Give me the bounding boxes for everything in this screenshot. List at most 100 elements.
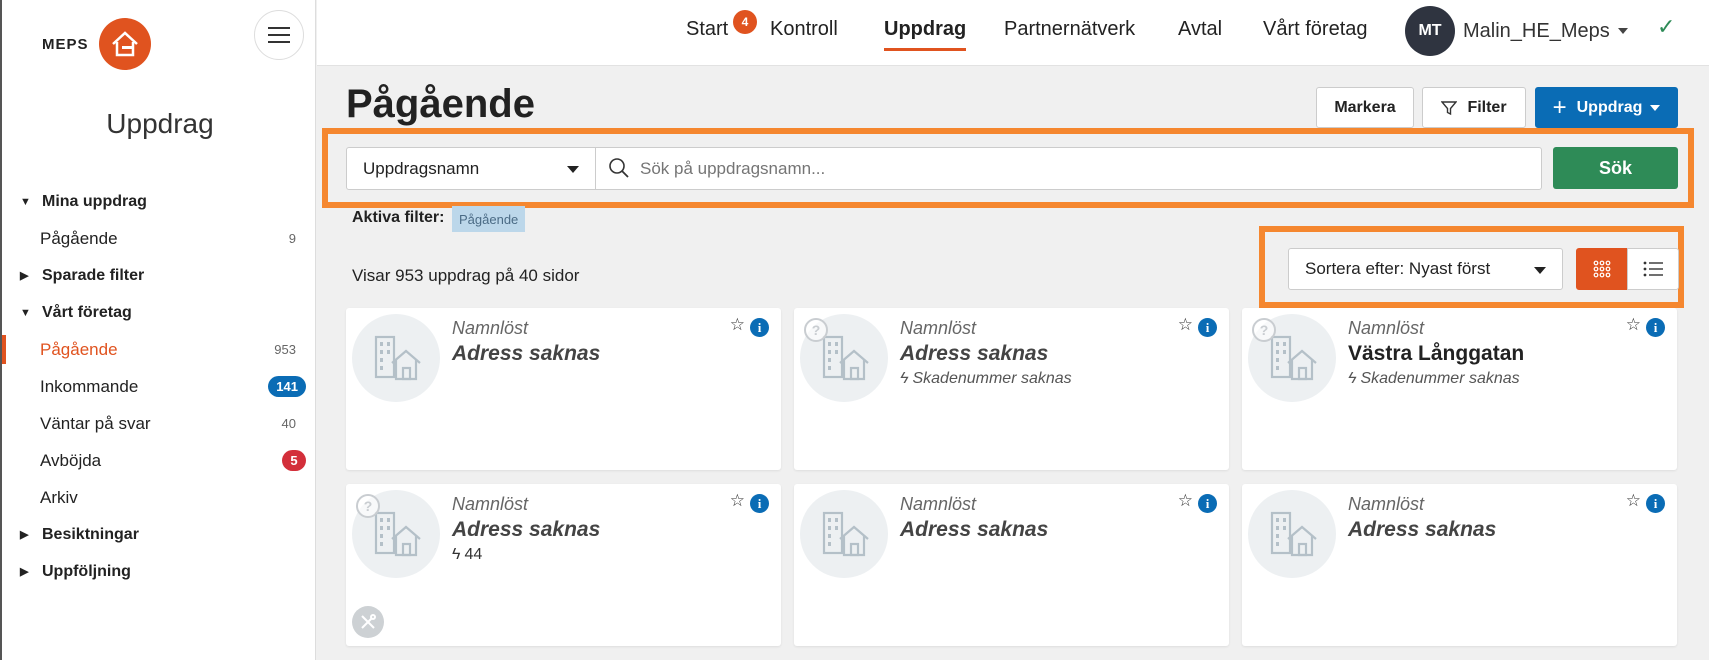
- card-claim-text: Skadenummer saknas: [1360, 370, 1520, 387]
- search-field-select[interactable]: Uppdragsnamn: [346, 147, 596, 190]
- count-badge: 141: [268, 376, 306, 397]
- sidebar-item-mina-pagaende[interactable]: Pågående 9: [2, 220, 318, 257]
- assignment-card[interactable]: Namnlöst Adress saknas ☆ i: [794, 484, 1229, 646]
- chevron-down-icon: [1534, 267, 1546, 274]
- filter-button-label: Filter: [1467, 98, 1507, 116]
- card-claim-text: Skadenummer saknas: [912, 370, 1072, 387]
- logo[interactable]: MEPS: [42, 18, 151, 70]
- tab-kontroll[interactable]: Kontroll: [770, 18, 838, 41]
- tab-uppdrag[interactable]: Uppdrag: [884, 18, 967, 51]
- lightning-icon: ϟ: [452, 546, 461, 563]
- card-address: Adress saknas: [452, 518, 601, 541]
- info-icon[interactable]: i: [1198, 494, 1217, 513]
- filter-button[interactable]: Filter: [1422, 87, 1526, 128]
- house-logo-icon: [98, 18, 151, 70]
- card-address: Adress saknas: [1348, 518, 1497, 541]
- sidebar-item-avbojda[interactable]: Avböjda 5: [2, 442, 318, 479]
- chevron-right-icon: ▶: [20, 270, 29, 282]
- question-icon: ?: [1252, 318, 1276, 342]
- card-name: Namnlöst: [452, 494, 529, 514]
- new-assignment-button[interactable]: + Uppdrag: [1535, 87, 1678, 128]
- results-count: Visar 953 uppdrag på 40 sidor: [352, 266, 580, 285]
- star-icon[interactable]: ☆: [730, 491, 745, 511]
- building-house-icon: [1248, 490, 1336, 578]
- info-icon[interactable]: i: [750, 494, 769, 513]
- user-menu[interactable]: Malin_HE_Meps: [1463, 20, 1610, 43]
- star-icon[interactable]: ☆: [1178, 491, 1193, 511]
- avatar[interactable]: MT: [1405, 6, 1455, 56]
- search-button[interactable]: Sök: [1553, 147, 1678, 189]
- card-name: Namnlöst: [900, 494, 977, 514]
- tab-avtal[interactable]: Avtal: [1178, 18, 1222, 41]
- chevron-right-icon: ▶: [20, 529, 29, 541]
- chevron-down-icon: ▼: [20, 195, 31, 208]
- sidebar-item-inkommande[interactable]: Inkommande 141: [2, 368, 318, 405]
- nav-group-uppfoljning[interactable]: ▶ Uppföljning: [2, 553, 318, 590]
- sidebar-item-vantar-pa-svar[interactable]: Väntar på svar 40: [2, 405, 318, 442]
- hamburger-icon: [268, 27, 290, 43]
- chevron-down-icon[interactable]: [1618, 28, 1628, 34]
- item-count: 953: [274, 342, 296, 357]
- hamburger-menu-button[interactable]: [254, 10, 304, 60]
- sort-value: Sortera efter: Nyast först: [1305, 259, 1491, 278]
- caret-down-icon: [1650, 104, 1661, 111]
- nav-group-besiktningar[interactable]: ▶ Besiktningar: [2, 516, 318, 553]
- grid-view-button[interactable]: [1576, 248, 1628, 290]
- sidebar-item-label: Pågående: [40, 228, 118, 248]
- count-badge: 5: [282, 450, 306, 471]
- tab-start[interactable]: Start: [686, 18, 728, 41]
- new-assignment-label: Uppdrag: [1576, 98, 1643, 116]
- page-title: Pågående: [346, 82, 535, 126]
- assignment-card[interactable]: ? Namnlöst Adress saknas ϟ 44 ☆ i: [346, 484, 781, 646]
- card-name: Namnlöst: [900, 318, 977, 338]
- star-icon[interactable]: ☆: [1626, 491, 1641, 511]
- question-icon: ?: [356, 494, 380, 518]
- info-icon[interactable]: i: [1646, 318, 1665, 337]
- grid-icon: [1593, 260, 1611, 278]
- item-count: 9: [288, 231, 296, 246]
- star-icon[interactable]: ☆: [1626, 315, 1641, 335]
- sidebar: MEPS Uppdrag ▼ Mina uppdrag Pågående 9 ▶…: [0, 0, 316, 660]
- info-icon[interactable]: i: [1198, 318, 1217, 337]
- question-icon: ?: [804, 318, 828, 342]
- assignment-card[interactable]: ? Namnlöst Västra Långgatan ϟ Skadenummer…: [1242, 308, 1677, 470]
- card-address: Västra Långgatan: [1348, 342, 1525, 365]
- assignment-card[interactable]: ? Namnlöst Adress saknas ϟ Skadenummer sa…: [794, 308, 1229, 470]
- info-icon[interactable]: i: [750, 318, 769, 337]
- tab-vart-foretag[interactable]: Vårt företag: [1263, 18, 1368, 41]
- sidebar-item-label: Avböjda: [40, 450, 102, 470]
- mark-button[interactable]: Markera: [1316, 87, 1414, 128]
- nav-group-sparade-filter[interactable]: ▶ Sparade filter: [2, 257, 318, 294]
- item-count: 40: [281, 416, 296, 431]
- sidebar-item-pagaende[interactable]: Pågående 953: [2, 331, 318, 368]
- sort-select[interactable]: Sortera efter: Nyast först: [1288, 248, 1563, 290]
- sidebar-item-arkiv[interactable]: Arkiv: [2, 479, 318, 516]
- search-input[interactable]: [595, 147, 1542, 190]
- nav-group-label: Uppföljning: [42, 562, 131, 580]
- card-name: Namnlöst: [1348, 494, 1425, 514]
- sidebar-item-label: Väntar på svar: [40, 413, 151, 433]
- tab-partnernatverk[interactable]: Partnernätverk: [1004, 18, 1135, 41]
- building-house-icon: [800, 490, 888, 578]
- nav-group-label: Vårt företag: [42, 303, 132, 321]
- lightning-icon: ϟ: [1348, 370, 1357, 387]
- top-navigation: Start 4 Kontroll Uppdrag Partnernätverk …: [317, 0, 1709, 66]
- card-claim: ϟ Skadenummer saknas: [900, 370, 1072, 388]
- nav-group-vart-foretag[interactable]: ▼ Vårt företag: [2, 294, 318, 331]
- chevron-down-icon: [567, 166, 579, 173]
- chevron-right-icon: ▶: [20, 566, 29, 578]
- active-filter-chip[interactable]: Pågående: [452, 206, 526, 232]
- star-icon[interactable]: ☆: [730, 315, 745, 335]
- card-claim: ϟ Skadenummer saknas: [1348, 370, 1520, 388]
- list-view-button[interactable]: [1627, 248, 1679, 290]
- info-icon[interactable]: i: [1646, 494, 1665, 513]
- nav-group-mina-uppdrag[interactable]: ▼ Mina uppdrag: [2, 183, 318, 220]
- assignment-card[interactable]: Namnlöst Adress saknas ☆ i: [1242, 484, 1677, 646]
- list-icon: [1643, 261, 1663, 277]
- card-claim: ϟ 44: [452, 546, 482, 564]
- star-icon[interactable]: ☆: [1178, 315, 1193, 335]
- assignment-card[interactable]: Namnlöst Adress saknas ☆ i: [346, 308, 781, 470]
- brand-name: MEPS: [42, 35, 89, 53]
- notification-badge: 4: [733, 10, 757, 34]
- filter-icon: [1441, 100, 1458, 115]
